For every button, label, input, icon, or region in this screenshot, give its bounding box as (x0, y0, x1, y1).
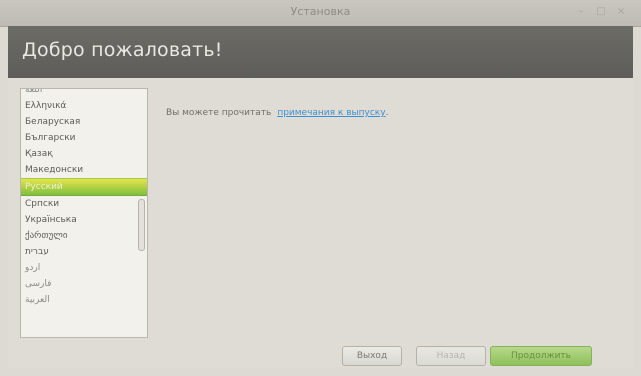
release-notes-suffix: . (385, 108, 389, 118)
language-item[interactable]: Қазақ (21, 146, 147, 162)
language-list-scrollbar[interactable] (138, 199, 145, 251)
language-list[interactable]: اللغة Ελληνικά Беларуская Български Қаза… (20, 88, 148, 338)
continue-button[interactable]: Продолжить (490, 346, 592, 366)
close-icon[interactable]: × (615, 6, 627, 18)
language-item-selected[interactable]: Русский (21, 178, 147, 196)
language-item[interactable]: فارسی (21, 276, 147, 292)
window-title: Установка (290, 5, 351, 18)
language-item[interactable]: Македонски (21, 162, 147, 178)
language-item[interactable]: עברית (21, 244, 147, 260)
release-notes-text: Вы можете прочитать примечания к выпуску. (166, 108, 388, 118)
language-item[interactable]: Български (21, 130, 147, 146)
installer-window: Установка – □ × Добро пожаловать! اللغة … (0, 0, 641, 376)
main-content: اللغة Ελληνικά Беларуская Български Қаза… (8, 78, 633, 368)
quit-button[interactable]: Выход (342, 346, 402, 366)
language-item[interactable]: Українська (21, 212, 147, 228)
language-item[interactable]: اردو (21, 260, 147, 276)
language-item[interactable]: Ελληνικά (21, 98, 147, 114)
title-bar[interactable]: Установка – □ × (0, 0, 641, 27)
maximize-icon[interactable]: □ (595, 6, 607, 18)
language-item[interactable]: ﺍﻟﻌﺮﺑﻴﺔ (21, 292, 147, 308)
page-title: Добро пожаловать! (22, 39, 223, 61)
release-notes-prefix: Вы можете прочитать (166, 108, 272, 118)
back-button[interactable]: Назад (416, 346, 486, 366)
release-notes-link[interactable]: примечания к выпуску (277, 108, 385, 118)
language-item[interactable]: Српски (21, 196, 147, 212)
window-controls: – □ × (575, 6, 627, 18)
minimize-icon[interactable]: – (575, 6, 587, 18)
language-item[interactable]: ქართული (21, 228, 147, 244)
language-item[interactable]: Беларуская (21, 114, 147, 130)
page-header: Добро пожаловать! (8, 26, 633, 78)
language-item[interactable]: اللغة (21, 89, 147, 98)
